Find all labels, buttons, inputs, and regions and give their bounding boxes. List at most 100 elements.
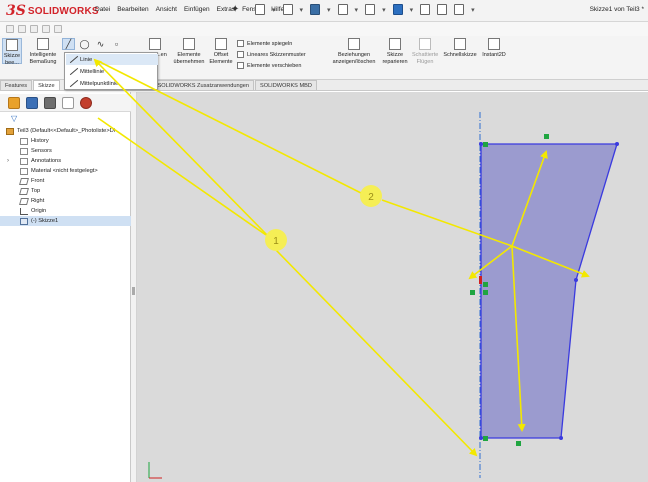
tool-icon[interactable] [6,25,14,33]
plane-icon [19,197,29,205]
chevron-down-icon[interactable]: ▾ [300,6,304,14]
exit-sketch-button[interactable]: Skizze bee... [2,38,22,66]
line-tool-icon[interactable]: ╱ [62,38,75,50]
tool-icon[interactable] [30,25,38,33]
display-manager-tab-icon[interactable] [80,96,92,109]
file-properties-icon[interactable] [437,4,448,15]
ds-logo-mark: 3S [6,3,26,19]
graphics-area[interactable] [137,92,648,482]
circle-tool-icon[interactable]: ◯ [78,38,91,50]
splitter-grip-icon[interactable] [132,287,135,295]
mirror-entities-label: Elemente spiegeln [247,40,293,47]
filter-icon[interactable]: ▽ [11,114,17,123]
expand-arrow-icon[interactable]: › [7,156,9,166]
tree-item-origin-label: Origin [31,208,47,214]
convert-entities-label: Elemente übernehmen [173,52,205,65]
configuration-manager-tab-icon[interactable] [44,96,56,109]
menu-item-midpoint-line[interactable]: Mittelpunktlinie [66,78,158,89]
move-entities-label: Elemente verschieben [247,62,302,69]
chevron-down-icon[interactable]: ▾ [471,6,475,14]
chevron-down-icon[interactable]: ▾ [272,6,276,14]
tool-icon[interactable] [18,25,26,33]
linear-pattern-button[interactable]: Lineares Skizzenmuster [237,51,306,58]
menu-einfuegen[interactable]: Einfügen [184,6,210,13]
tree-item-part[interactable]: Teil3 (Default<<Default>_Photoliste>Di [0,126,131,136]
repair-sketch-button[interactable]: Skizze reparieren [380,38,410,65]
tool-icon[interactable] [54,25,62,33]
annotations-icon [20,157,28,165]
linear-pattern-icon [237,51,244,58]
open-icon[interactable] [282,4,293,15]
solidworks-logo[interactable]: 3S SOLIDWORKS [6,3,99,19]
tree-item-sensors[interactable]: Sensors [0,146,131,156]
chevron-down-icon[interactable]: ▾ [410,6,414,14]
relations-button[interactable]: Beziehungen anzeigen/löschen [330,38,378,65]
tree-item-origin[interactable]: Origin [0,206,131,216]
tree-item-annotations[interactable]: › Annotations [0,156,131,166]
tree-item-top-label: Top [31,188,41,194]
plane-icon [19,177,29,185]
tree-item-history[interactable]: History [0,136,131,146]
quick-snaps-button[interactable]: Schnellskizze [442,38,478,59]
tree-item-history-label: History [31,138,49,144]
feature-tree: Teil3 (Default<<Default>_Photoliste>Di H… [0,126,131,226]
shaded-sketch-icon [419,38,431,50]
options-gear-icon[interactable] [454,4,465,15]
select-icon[interactable] [392,4,403,15]
tree-item-material[interactable]: Material <nicht festgelegt> [0,166,131,176]
material-icon [20,167,28,175]
line-icon [66,54,80,65]
tree-item-top-plane[interactable]: Top [0,186,131,196]
tree-item-right-plane[interactable]: Right [0,196,131,206]
history-icon [20,137,28,145]
rebuild-icon[interactable] [420,4,431,15]
chevron-down-icon[interactable]: ▾ [382,6,386,14]
tree-item-front-plane[interactable]: Front [0,176,131,186]
feature-manager-tabs [0,94,131,112]
dimxpert-tab-icon[interactable] [62,96,74,109]
offset-icon [215,38,227,50]
menu-ansicht[interactable]: Ansicht [156,6,177,13]
menu-datei[interactable]: Datei [95,6,110,13]
property-manager-tab-icon[interactable] [26,96,38,109]
tab-features[interactable]: Features [0,80,33,90]
chevron-down-icon[interactable]: ▾ [355,6,359,14]
spline-tool-icon[interactable]: ∿ [94,38,107,50]
part-icon [6,127,14,135]
mirror-entities-button[interactable]: Elemente spiegeln [237,40,292,47]
instant2d-button[interactable]: Instant2D [480,38,508,59]
centerline-icon [66,66,80,77]
solidworks-wordmark: SOLIDWORKS [27,5,99,17]
relations-label: Beziehungen anzeigen/löschen [332,52,376,65]
tool-icon[interactable] [42,25,50,33]
tree-item-sketch1[interactable]: (-) Skizze1 [0,216,131,226]
tab-mbd[interactable]: SOLIDWORKS MBD [254,80,317,90]
save-icon[interactable] [310,4,321,15]
undo-icon[interactable] [365,4,376,15]
pin-icon[interactable]: ✦ [231,4,239,15]
instant2d-label: Instant2D [482,52,506,58]
feature-tree-tab-icon[interactable] [8,96,20,109]
chevron-down-icon[interactable]: ▾ [327,6,331,14]
new-document-icon[interactable] [255,4,265,15]
tab-sketch[interactable]: Skizze [33,80,60,90]
text-tool-icon[interactable]: ▫ [110,38,123,50]
move-entities-button[interactable]: Elemente verschieben [237,62,301,69]
menu-bearbeiten[interactable]: Bearbeiten [117,6,148,13]
shaded-sketch-button[interactable]: Schattierte Flügen [412,38,438,65]
quick-snaps-icon [454,38,466,50]
convert-entities-icon [183,38,195,50]
convert-entities-button[interactable]: Elemente übernehmen [170,38,208,65]
origin-icon [20,207,28,215]
print-icon[interactable] [337,4,348,15]
line-type-dropdown: Linie Mittellinie Mittelpunktlinie [64,52,158,90]
tab-addins[interactable]: SOLIDWORKS Zusatzanwendungen [152,80,254,90]
smart-dimension-button[interactable]: Intelligente Bemaßung [26,38,60,65]
menu-item-centerline[interactable]: Mittellinie [66,66,158,77]
menu-item-line[interactable]: Linie [66,54,158,65]
sensors-icon [20,147,28,155]
smart-dimension-label: Intelligente Bemaßung [29,52,57,65]
instant2d-icon [488,38,500,50]
menu-item-line-label: Linie [80,56,93,63]
offset-entities-button[interactable]: Offset Elemente [208,38,234,65]
